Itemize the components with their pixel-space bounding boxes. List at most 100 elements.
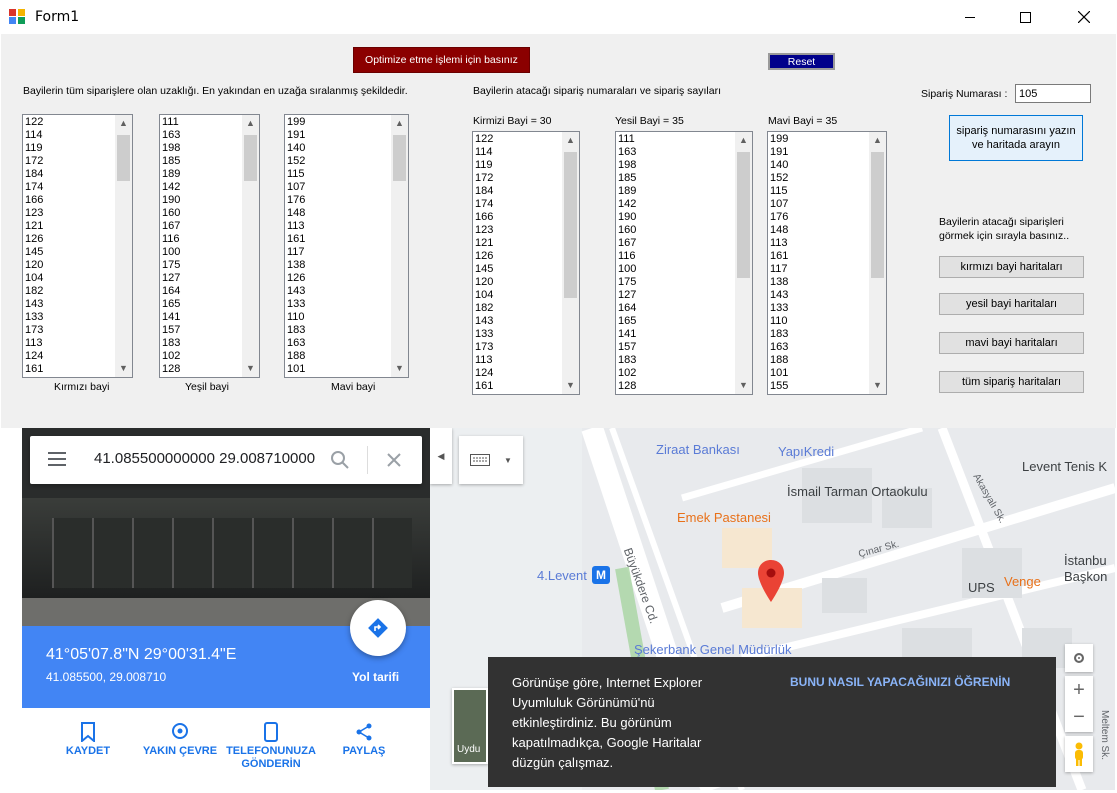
reset-button[interactable]: Reset [768,53,835,70]
green-distance-list[interactable]: 111 163 198 185 189 142 190 160 167 116 100 175 127 1… [159,114,260,378]
list-item[interactable]: 173 [475,341,493,354]
list-item[interactable]: 104 [475,289,493,302]
list-item[interactable]: 145 [25,246,43,259]
scroll-up-icon[interactable]: ▲ [115,115,132,132]
scrollbar[interactable]: ▲ ▼ [735,132,752,394]
list-item[interactable]: 157 [162,324,180,337]
list-item[interactable]: 133 [25,311,43,324]
list-item[interactable]: 155 [770,380,788,393]
list-item[interactable]: 128 [618,380,636,393]
list-item[interactable]: 188 [770,354,788,367]
scroll-down-icon[interactable]: ▼ [869,377,886,394]
list-item[interactable]: 113 [770,237,788,250]
list-item[interactable]: 133 [770,302,788,315]
zoom-out-icon[interactable]: − [1065,704,1093,732]
list-item[interactable]: 102 [162,350,180,363]
list-item[interactable]: 191 [770,146,788,159]
list-item[interactable]: 166 [25,194,43,207]
optimize-button[interactable]: Optimize etme işlemi için basınız [353,47,530,73]
scroll-thumb[interactable] [393,135,406,181]
share-action[interactable]: PAYLAŞ [319,708,409,757]
list-item[interactable]: 189 [618,185,636,198]
list-item[interactable]: 114 [25,129,43,142]
scroll-down-icon[interactable]: ▼ [242,360,259,377]
list-item[interactable]: 126 [25,233,43,246]
list-item[interactable]: 121 [475,237,493,250]
list-item[interactable]: 117 [287,246,305,259]
scroll-up-icon[interactable]: ▲ [562,132,579,149]
location-pin-icon[interactable] [758,560,784,602]
list-item[interactable]: 114 [475,146,493,159]
list-item[interactable]: 157 [618,341,636,354]
poi-sekerbank[interactable]: Şekerbank Genel Müdürlük [634,642,792,657]
list-item[interactable]: 100 [162,246,180,259]
metro-icon[interactable]: M [592,566,610,584]
list-item[interactable]: 123 [25,207,43,220]
search-icon[interactable] [330,450,350,470]
scrollbar[interactable]: ▲ ▼ [562,132,579,394]
list-item[interactable]: 166 [475,211,493,224]
list-item[interactable]: 113 [25,337,43,350]
scroll-down-icon[interactable]: ▼ [115,360,132,377]
list-item[interactable]: 152 [287,155,305,168]
toast-learn-link[interactable]: BUNU NASIL YAPACAĞINIZI ÖĞRENİN [790,675,1010,689]
list-item[interactable]: 198 [162,142,180,155]
poi-levent-tenis[interactable]: Levent Tenis K [1022,459,1107,474]
list-item[interactable]: 160 [618,224,636,237]
scroll-up-icon[interactable]: ▲ [391,115,408,132]
list-item[interactable]: 189 [162,168,180,181]
list-item[interactable]: 148 [770,224,788,237]
list-item[interactable]: 116 [162,233,180,246]
list-item[interactable]: 176 [287,194,305,207]
list-item[interactable]: 138 [770,276,788,289]
list-item[interactable]: 100 [618,263,636,276]
scroll-down-icon[interactable]: ▼ [391,360,408,377]
list-item[interactable]: 164 [618,302,636,315]
web-map[interactable]: ◀ ▼ Ziraat Bankası YapıKredi Levent Teni… [22,428,1115,790]
my-location-icon[interactable] [1065,644,1093,672]
poi-ismail[interactable]: İsmail Tarman Ortaokulu [787,484,928,499]
list-item[interactable]: 141 [618,328,636,341]
list-item[interactable]: 199 [770,133,788,146]
search-order-button[interactable]: sipariş numarasını yazın ve haritada ara… [949,115,1083,161]
list-item[interactable]: 133 [475,328,493,341]
list-item[interactable]: 184 [25,168,43,181]
scrollbar[interactable]: ▲ ▼ [115,115,132,377]
list-item[interactable]: 167 [162,220,180,233]
poi-yapikredi[interactable]: YapıKredi [778,444,834,459]
red-assigned-list[interactable]: 122 114 119 172 184 174 166 123 121 126 145 120 104 1… [472,131,580,395]
list-item[interactable]: 174 [25,181,43,194]
list-item[interactable]: 182 [25,285,43,298]
list-item[interactable]: 133 [287,298,305,311]
list-item[interactable]: 190 [618,211,636,224]
list-item[interactable]: 107 [770,198,788,211]
list-item[interactable]: 165 [162,298,180,311]
poi-emek[interactable]: Emek Pastanesi [677,510,771,525]
poi-ups[interactable]: UPS [968,580,995,595]
green-assigned-list[interactable]: 111 163 198 185 189 142 190 160 167 116 100 175 127 1… [615,131,753,395]
list-item[interactable]: 101 [287,363,305,376]
list-item[interactable]: 174 [475,198,493,211]
save-action[interactable]: KAYDET [43,708,133,757]
list-item[interactable]: 143 [287,285,305,298]
list-item[interactable]: 127 [618,289,636,302]
list-item[interactable]: 126 [287,272,305,285]
list-item[interactable]: 110 [287,311,305,324]
list-item[interactable]: 175 [618,276,636,289]
list-item[interactable]: 161 [25,363,43,376]
scroll-down-icon[interactable]: ▼ [562,377,579,394]
list-item[interactable]: 148 [287,207,305,220]
scroll-down-icon[interactable]: ▼ [735,377,752,394]
list-item[interactable]: 142 [618,198,636,211]
poi-levent4[interactable]: 4.Levent [537,568,587,583]
poi-istanbul[interactable]: İstanbu Başkon [1064,553,1114,585]
chevron-down-icon[interactable]: ▼ [504,456,512,465]
directions-button[interactable] [350,600,406,656]
blue-distance-list[interactable]: 199 191 140 152 115 107 176 148 113 161 117 138 126 1… [284,114,409,378]
list-item[interactable]: 172 [475,172,493,185]
list-item[interactable]: 199 [287,116,305,129]
list-item[interactable]: 143 [25,298,43,311]
list-item[interactable]: 119 [475,159,493,172]
list-item[interactable]: 143 [475,315,493,328]
directions-label[interactable]: Yol tarifi [352,670,399,684]
